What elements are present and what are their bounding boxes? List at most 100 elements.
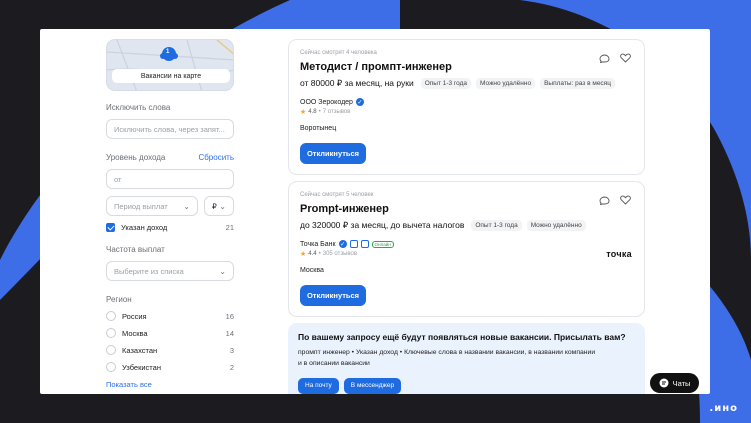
rating-separator: • — [318, 109, 321, 115]
chat-icon — [659, 378, 669, 388]
income-from-placeholder: от — [114, 174, 122, 184]
vacancy-card[interactable]: Сейчас смотрят 5 человек Prompt-инженер … — [288, 181, 645, 317]
star-icon: ★ — [300, 251, 307, 258]
vacancy-card[interactable]: Сейчас смотрят 4 человека Методист / про… — [288, 39, 645, 175]
apply-button[interactable]: Откликнуться — [300, 143, 366, 164]
vacancy-city: Воротынец — [300, 125, 337, 132]
company-row: ООО Зерокодер ✓ — [300, 98, 633, 106]
subscribe-messenger-button[interactable]: В мессенджер — [343, 377, 402, 394]
rating-separator: • — [318, 251, 321, 257]
vacancy-title[interactable]: Prompt-инженер — [300, 203, 633, 215]
tag-experience: Опыт 1-3 года — [471, 220, 522, 231]
subscribe-email-button[interactable]: На почту — [298, 377, 339, 394]
watchers-text: Сейчас смотрят 5 человек — [300, 192, 374, 198]
region-name: Россия — [122, 311, 147, 321]
card-actions — [599, 195, 631, 205]
chats-button[interactable]: Чаты — [650, 373, 699, 393]
apply-button[interactable]: Откликнуться — [300, 285, 366, 306]
tag-remote: Можно удалённо — [476, 78, 536, 89]
currency-value: ₽ — [212, 201, 217, 211]
company-name[interactable]: Точка Банк — [300, 241, 336, 248]
heart-icon[interactable] — [620, 195, 631, 205]
vacancy-list: Сейчас смотрят 4 человека Методист / про… — [288, 39, 645, 394]
subscribe-banner: По вашему запросу ещё будут появляться н… — [288, 323, 645, 394]
subscribe-text: промпт инженер • Указан доход • Ключевые… — [298, 349, 596, 367]
tag-remote: Можно удалённо — [526, 220, 586, 231]
rating-row: ★ 4.4 • 305 отзывов — [300, 250, 633, 258]
main-panel: 1 Вакансии на карте Исключить слова Искл… — [40, 29, 710, 394]
subscribe-title: По вашему запросу ещё будут появляться н… — [298, 332, 626, 342]
region-header: Регион — [106, 295, 234, 304]
region-name: Москва — [122, 328, 148, 338]
trusted-employer-icon — [360, 240, 369, 248]
currency-select[interactable]: ₽ ⌄ — [204, 196, 234, 216]
period-placeholder: Период выплат — [114, 201, 168, 211]
card-actions — [599, 53, 631, 63]
frequency-placeholder: Выберите из списка — [114, 266, 184, 276]
salary-row: от 80000 ₽ за месяц, на руки Опыт 1-3 го… — [300, 78, 633, 89]
region-name: Казахстан — [122, 345, 158, 355]
income-specified-checkbox[interactable] — [106, 223, 115, 232]
region-item[interactable]: Узбекистан 2 — [106, 362, 234, 372]
show-all-regions-link[interactable]: Показать все — [106, 380, 234, 389]
income-specified-row[interactable]: Указан доход 21 — [106, 223, 234, 232]
region-checkbox[interactable] — [106, 345, 116, 355]
reviews-count[interactable]: 7 отзывов — [323, 109, 351, 115]
region-item[interactable]: Казахстан 3 — [106, 345, 234, 355]
map-preview[interactable]: 1 Вакансии на карте — [106, 39, 234, 91]
region-item[interactable]: Москва 14 — [106, 328, 234, 338]
region-item[interactable]: Россия 16 — [106, 311, 234, 321]
income-header: Уровень дохода Сбросить — [106, 153, 234, 162]
region-count: 16 — [225, 311, 234, 321]
filters-sidebar: 1 Вакансии на карте Исключить слова Искл… — [106, 39, 234, 389]
reviews-count[interactable]: 305 отзывов — [323, 251, 357, 257]
region-list: Россия 16 Москва 14 Казахстан 3 Узбекист… — [106, 311, 234, 372]
region-count: 14 — [225, 328, 234, 338]
map-count-badge: 1 — [166, 49, 170, 55]
company-logo: точка — [606, 249, 632, 259]
region-checkbox[interactable] — [106, 362, 116, 372]
hide-icon[interactable] — [599, 196, 610, 205]
income-from-input[interactable]: от — [106, 169, 234, 189]
region-checkbox[interactable] — [106, 311, 116, 321]
watchers-text: Сейчас смотрят 4 человека — [300, 50, 377, 56]
company-row: Точка Банк ✓ Онлайн — [300, 240, 633, 248]
exclude-label-text: Исключить слова — [106, 103, 171, 112]
star-icon: ★ — [300, 109, 307, 116]
region-checkbox[interactable] — [106, 328, 116, 338]
exclude-placeholder: Исключить слова, через запят... — [114, 124, 225, 134]
tag-experience: Опыт 1-3 года — [420, 78, 472, 89]
exclude-words-input[interactable]: Исключить слова, через запят... — [106, 119, 234, 139]
reset-link[interactable]: Сбросить — [198, 153, 234, 162]
verified-icon: ✓ — [355, 98, 364, 106]
chevron-down-icon: ⌄ — [183, 201, 190, 211]
chevron-down-icon: ⌄ — [219, 266, 226, 276]
chats-label: Чаты — [672, 378, 691, 388]
region-count: 3 — [229, 345, 234, 355]
payment-frequency-select[interactable]: Выберите из списка ⌄ — [106, 261, 234, 281]
online-badge: Онлайн — [371, 240, 394, 248]
hide-icon[interactable] — [599, 54, 610, 63]
company-name[interactable]: ООО Зерокодер — [300, 99, 353, 106]
rating-row: ★ 4.8 • 7 отзывов — [300, 108, 633, 116]
region-label: Регион — [106, 295, 132, 304]
income-period-row: Период выплат ⌄ ₽ ⌄ — [106, 189, 234, 216]
map-button[interactable]: Вакансии на карте — [112, 69, 230, 83]
map-illustration — [107, 40, 233, 90]
frequency-header: Частота выплат — [106, 245, 234, 254]
income-specified-count: 21 — [225, 223, 234, 232]
accreditation-icon — [349, 240, 358, 248]
income-specified-label: Указан доход — [121, 223, 168, 232]
chevron-down-icon: ⌄ — [219, 201, 226, 211]
payment-period-select[interactable]: Период выплат ⌄ — [106, 196, 198, 216]
salary: от 80000 ₽ за месяц, на руки — [300, 78, 414, 88]
heart-icon[interactable] — [620, 53, 631, 63]
vacancy-city: Москва — [300, 267, 324, 274]
subscribe-buttons: На почту В мессенджер — [298, 377, 635, 394]
region-name: Узбекистан — [122, 362, 161, 372]
verified-icon: ✓ — [338, 240, 347, 248]
vacancy-title[interactable]: Методист / промпт-инженер — [300, 61, 633, 73]
frequency-label: Частота выплат — [106, 245, 165, 254]
brand-logo: .ино — [709, 403, 738, 414]
salary: до 320000 ₽ за месяц, до вычета налогов — [300, 220, 465, 230]
